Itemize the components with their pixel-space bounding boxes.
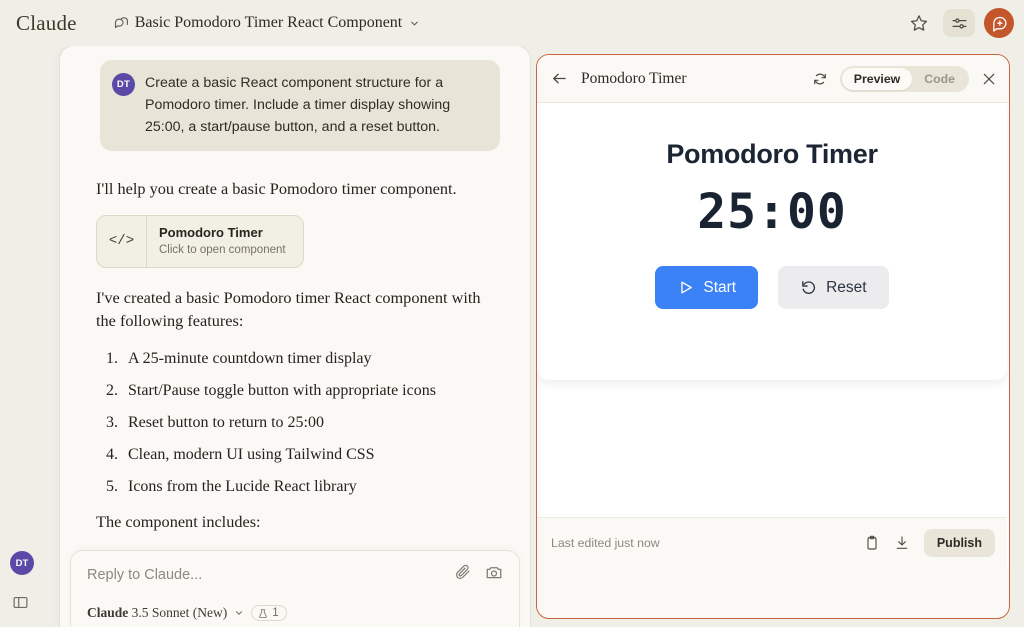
composer[interactable]: Reply to Claude... Claude 3.5 Sonnet (Ne… (70, 550, 520, 627)
model-name-bold: Claude (87, 605, 129, 620)
beaker-icon (258, 608, 268, 619)
list-item: Clean, modern UI using Tailwind CSS (106, 443, 375, 466)
paperclip-icon[interactable] (454, 563, 471, 581)
play-icon (677, 279, 694, 296)
user-message-text: Create a basic React component structure… (145, 75, 451, 135)
list-item: Start/Pause toggle button with appropria… (106, 379, 436, 402)
reply-input[interactable]: Reply to Claude... (87, 565, 503, 585)
assistant-intro: I'll help you create a basic Pomodoro ti… (96, 179, 457, 198)
list-item: A 25-minute countdown timer display (106, 347, 372, 370)
code-icon: </> (97, 215, 147, 267)
start-button[interactable]: Start (655, 266, 759, 309)
composer-footer: Claude 3.5 Sonnet (New) 1 (87, 605, 503, 621)
chat-title: Basic Pomodoro Timer React Component (134, 14, 403, 31)
artifact-card-meta: Pomodoro Timer Click to open component (147, 216, 298, 267)
tab-preview[interactable]: Preview (841, 68, 913, 90)
artifact-header: Pomodoro Timer Preview Code (537, 55, 1009, 103)
artifact-footer-actions: Publish (864, 528, 995, 557)
avatar[interactable] (984, 8, 1014, 38)
chat-bubble-icon (113, 16, 128, 31)
artifact-preview-card[interactable]: </> Pomodoro Timer Click to open compone… (96, 214, 304, 268)
download-icon[interactable] (894, 535, 910, 551)
composer-actions (454, 563, 503, 581)
artifact-panel: Pomodoro Timer Preview Code Pomodoro Tim… (536, 54, 1010, 619)
model-selector[interactable]: Claude 3.5 Sonnet (New) (87, 605, 227, 621)
back-arrow-icon[interactable] (551, 70, 568, 87)
artifact-body: Pomodoro Timer 25:00 Start Reset Last ed… (537, 103, 1009, 567)
assistant-message: I'll help you create a basic Pomodoro ti… (84, 177, 506, 570)
timer-display: 25:00 (697, 184, 847, 240)
chat-plus-icon (991, 15, 1008, 32)
claude-app-window: Claude Basic Pomodoro Timer React Compon… (0, 0, 1024, 627)
sidebar-toggle-icon[interactable] (12, 594, 29, 611)
last-edited-status: Last edited just now (551, 535, 660, 550)
star-icon[interactable] (904, 8, 934, 38)
includes-intro: The component includes: (96, 511, 261, 531)
preview-code-toggle: Preview Code (839, 66, 969, 92)
refresh-icon[interactable] (812, 71, 828, 87)
clipboard-icon[interactable] (864, 535, 880, 551)
close-icon[interactable] (981, 71, 997, 87)
artifact-title: Pomodoro Timer (581, 69, 687, 87)
pomodoro-preview: Pomodoro Timer 25:00 Start Reset (537, 103, 1007, 380)
timer-controls: Start Reset (655, 266, 889, 309)
chevron-down-icon[interactable] (234, 608, 244, 618)
reset-button[interactable]: Reset (778, 266, 889, 309)
user-avatar: DT (112, 73, 135, 96)
account-avatar[interactable]: DT (10, 551, 34, 575)
start-button-label: Start (703, 278, 737, 296)
top-bar: Claude Basic Pomodoro Timer React Compon… (0, 0, 1024, 46)
preview-heading: Pomodoro Timer (666, 139, 878, 169)
usage-count-value: 1 (272, 607, 279, 619)
top-bar-actions (904, 0, 1014, 46)
artifact-card-title: Pomodoro Timer (159, 224, 263, 240)
camera-icon[interactable] (485, 563, 503, 581)
message-list[interactable]: DT Create a basic React component struct… (60, 46, 530, 569)
user-message: DT Create a basic React component struct… (100, 60, 500, 151)
artifact-header-actions: Preview Code (812, 55, 997, 103)
publish-button[interactable]: Publish (923, 528, 995, 557)
chat-title-menu[interactable]: Basic Pomodoro Timer React Component (105, 10, 429, 36)
tab-code[interactable]: Code (912, 68, 967, 90)
artifact-card-subtitle: Click to open component (159, 243, 286, 256)
model-name-rest: 3.5 Sonnet (New) (131, 605, 228, 620)
features-intro: I've created a basic Pomodoro timer Reac… (96, 287, 481, 331)
chat-column: DT Create a basic React component struct… (60, 46, 530, 627)
list-item: Icons from the Lucide React library (106, 475, 357, 498)
rotate-ccw-icon (800, 279, 817, 296)
chevron-down-icon (409, 18, 420, 29)
sliders-icon[interactable] (943, 9, 975, 37)
list-item: Reset button to return to 25:00 (106, 411, 324, 434)
artifact-footer: Last edited just now Publish (537, 517, 1007, 567)
usage-count-badge[interactable]: 1 (251, 605, 287, 621)
features-list: A 25-minute countdown timer display Star… (96, 347, 502, 498)
claude-logo[interactable]: Claude (10, 11, 83, 36)
reset-button-label: Reset (826, 278, 867, 296)
